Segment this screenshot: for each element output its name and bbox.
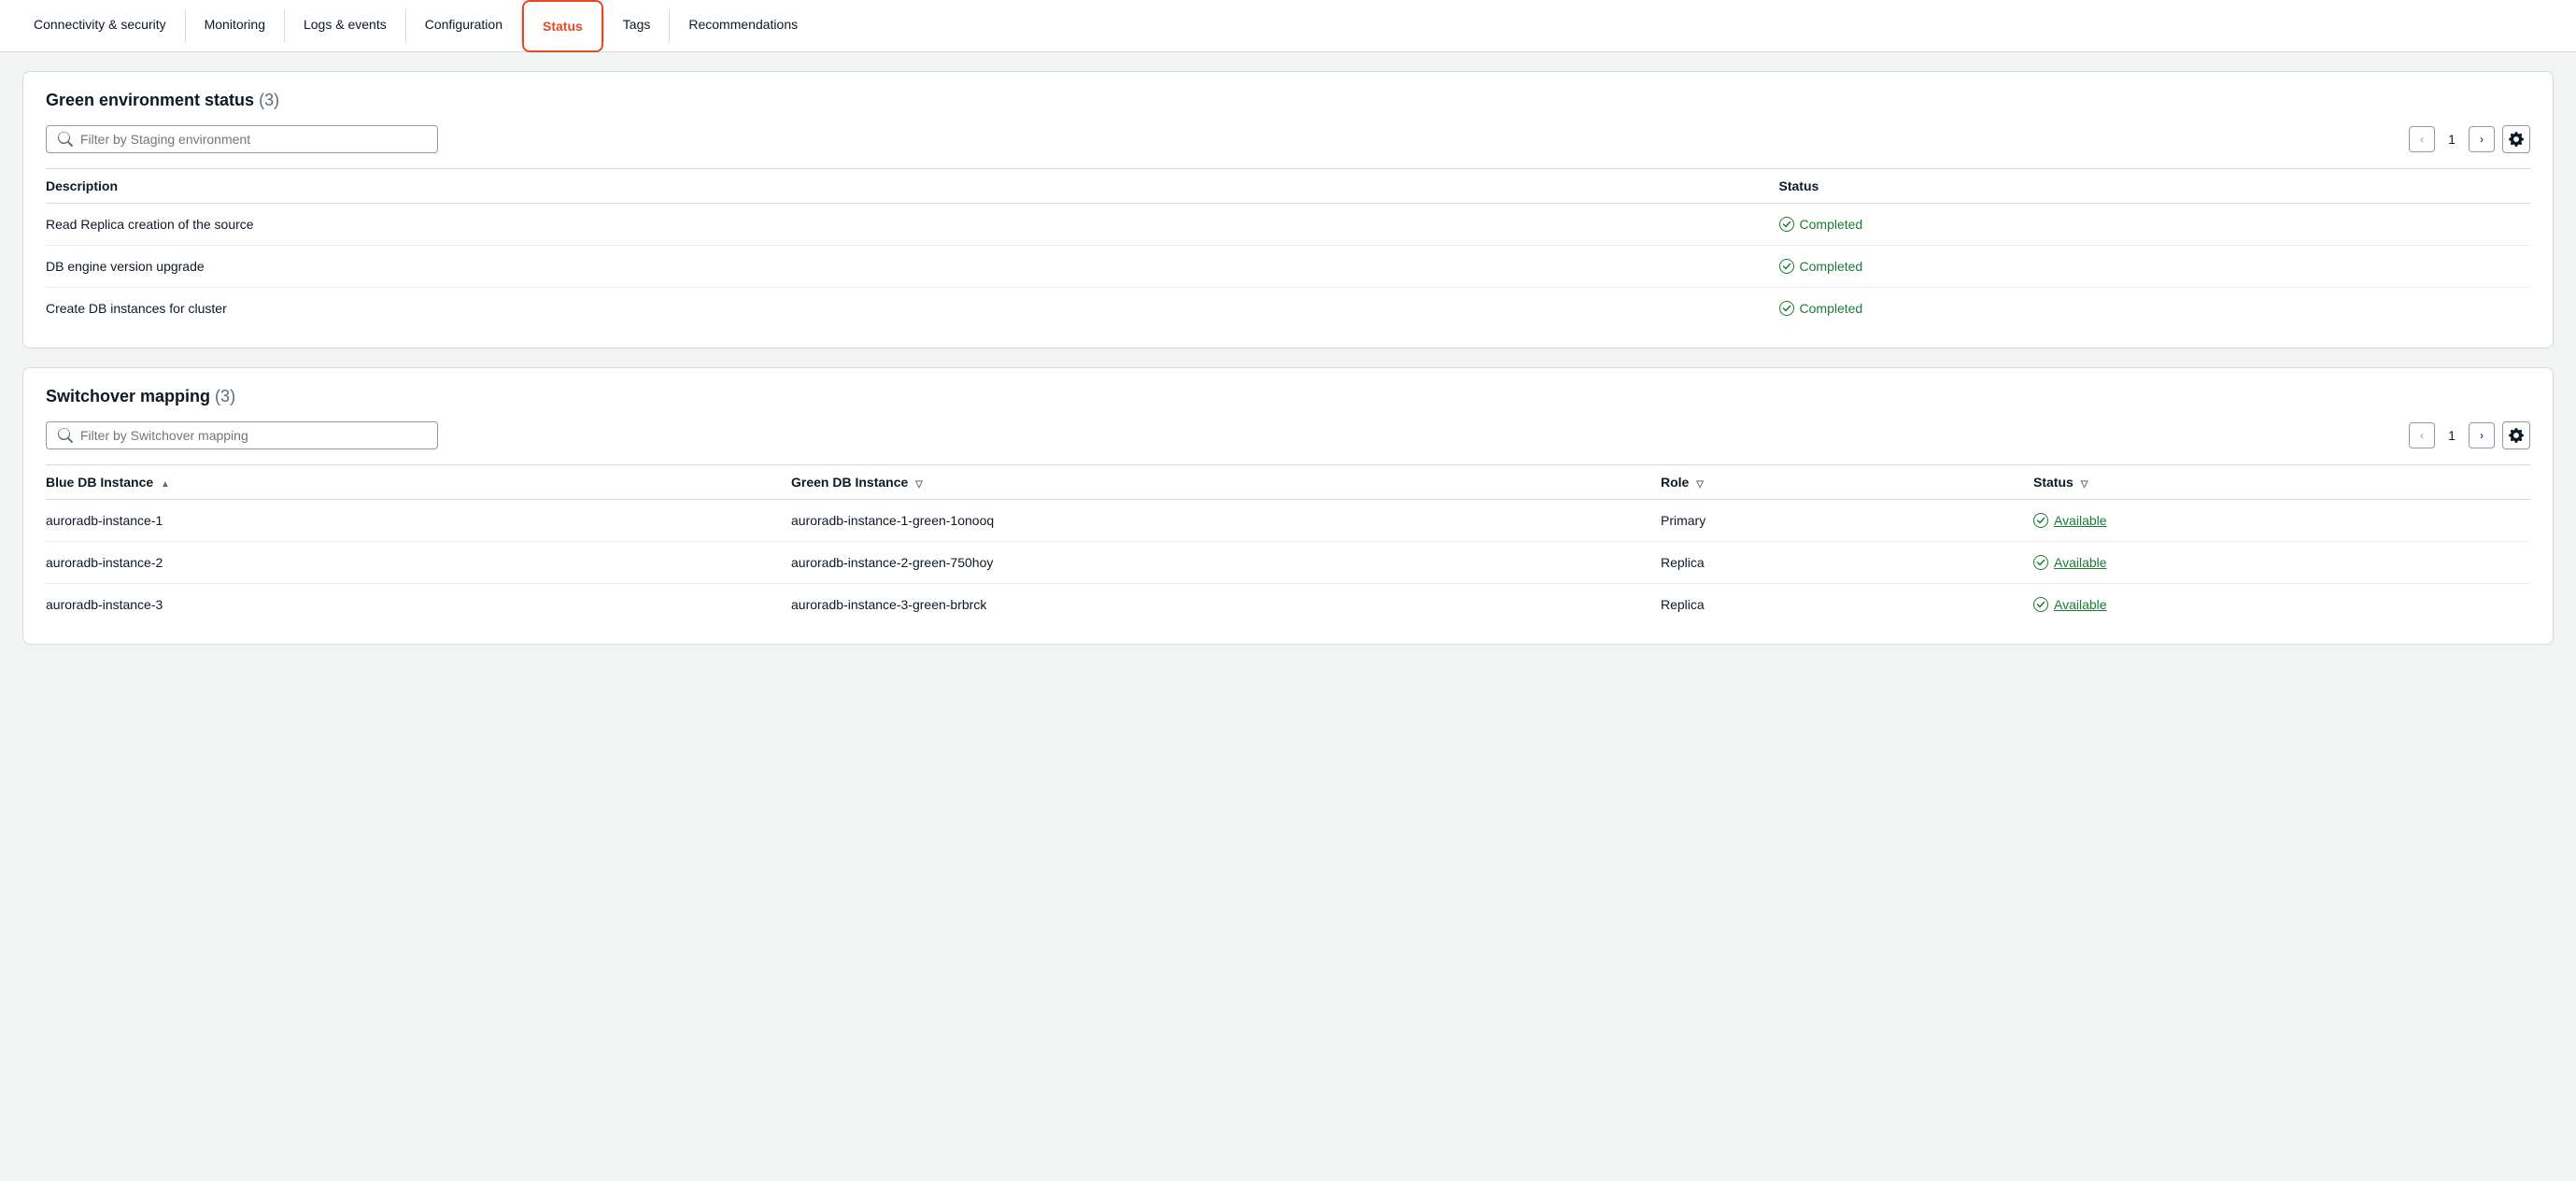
table-row: Create DB instances for cluster Complete… — [46, 288, 2530, 330]
tab-status[interactable]: Status — [522, 0, 603, 52]
table-row: Read Replica creation of the source Comp… — [46, 204, 2530, 246]
switchover-pagination: ‹ 1 › — [2409, 421, 2530, 449]
green-instance-cell: auroradb-instance-3-green-brbrck — [791, 584, 1661, 626]
blue-instance-cell: auroradb-instance-2 — [46, 542, 791, 584]
tab-monitoring[interactable]: Monitoring — [186, 0, 284, 51]
sort-none-icon: ▽ — [2081, 479, 2088, 490]
tab-configuration[interactable]: Configuration — [406, 0, 521, 51]
table-row: auroradb-instance-1 auroradb-instance-1-… — [46, 500, 2530, 542]
green-environment-search-box[interactable] — [46, 125, 438, 153]
search-icon — [58, 132, 73, 147]
sort-none-icon: ▽ — [915, 479, 923, 490]
description-cell: DB engine version upgrade — [46, 246, 1779, 288]
status-cell[interactable]: Available — [2033, 542, 2530, 584]
col-status-header: Status — [1779, 169, 2530, 204]
role-cell: Replica — [1661, 584, 2033, 626]
green-next-button[interactable]: › — [2469, 126, 2495, 152]
switchover-mapping-title: Switchover mapping (3) — [46, 387, 2530, 406]
table-row: auroradb-instance-2 auroradb-instance-2-… — [46, 542, 2530, 584]
switchover-mapping-count: (3) — [215, 387, 235, 406]
switchover-search-box[interactable] — [46, 421, 438, 449]
green-environment-count: (3) — [259, 91, 279, 109]
main-content: Green environment status (3) ‹ 1 › — [0, 52, 2576, 663]
role-cell: Replica — [1661, 542, 2033, 584]
status-text: Completed — [1800, 301, 1863, 316]
status-text[interactable]: Available — [2054, 513, 2107, 528]
status-cell: Completed — [1779, 246, 2530, 288]
green-environment-search-input[interactable] — [80, 132, 426, 147]
status-cell[interactable]: Available — [2033, 584, 2530, 626]
status-cell[interactable]: Available — [2033, 500, 2530, 542]
status-text: Completed — [1800, 217, 1863, 232]
blue-instance-cell: auroradb-instance-3 — [46, 584, 791, 626]
green-environment-panel: Green environment status (3) ‹ 1 › — [22, 71, 2554, 349]
col-blue-db-instance[interactable]: Blue DB Instance ▲ — [46, 465, 791, 500]
switchover-table: Blue DB Instance ▲ Green DB Instance ▽ R… — [46, 464, 2530, 625]
green-environment-title: Green environment status (3) — [46, 91, 2530, 110]
col-description: Description — [46, 169, 1779, 204]
tab-tags[interactable]: Tags — [604, 0, 670, 51]
green-instance-cell: auroradb-instance-1-green-1onooq — [791, 500, 1661, 542]
tab-logs[interactable]: Logs & events — [285, 0, 405, 51]
switchover-filter-row: ‹ 1 › — [46, 421, 2530, 449]
col-green-db-instance[interactable]: Green DB Instance ▽ — [791, 465, 1661, 500]
sort-none-icon: ▽ — [1696, 479, 1704, 490]
col-status[interactable]: Status ▽ — [2033, 465, 2530, 500]
tab-connectivity[interactable]: Connectivity & security — [15, 0, 185, 51]
status-text[interactable]: Available — [2054, 555, 2107, 570]
switchover-search-input[interactable] — [80, 428, 426, 443]
search-icon — [58, 428, 73, 443]
switchover-mapping-panel: Switchover mapping (3) ‹ 1 › — [22, 367, 2554, 645]
role-cell: Primary — [1661, 500, 2033, 542]
switchover-next-button[interactable]: › — [2469, 422, 2495, 448]
green-prev-button[interactable]: ‹ — [2409, 126, 2435, 152]
table-row: DB engine version upgrade Completed — [46, 246, 2530, 288]
switchover-page-number: 1 — [2442, 428, 2461, 443]
gear-icon — [2509, 132, 2524, 147]
col-role[interactable]: Role ▽ — [1661, 465, 2033, 500]
green-instance-cell: auroradb-instance-2-green-750hoy — [791, 542, 1661, 584]
sort-asc-icon: ▲ — [161, 479, 170, 490]
status-cell: Completed — [1779, 204, 2530, 246]
green-environment-table: Description Status Read Replica creation… — [46, 168, 2530, 329]
status-text: Completed — [1800, 259, 1863, 274]
green-settings-button[interactable] — [2502, 125, 2530, 153]
description-cell: Read Replica creation of the source — [46, 204, 1779, 246]
gear-icon — [2509, 428, 2524, 443]
status-cell: Completed — [1779, 288, 2530, 330]
switchover-prev-button[interactable]: ‹ — [2409, 422, 2435, 448]
description-cell: Create DB instances for cluster — [46, 288, 1779, 330]
tab-bar: Connectivity & security Monitoring Logs … — [0, 0, 2576, 52]
switchover-settings-button[interactable] — [2502, 421, 2530, 449]
blue-instance-cell: auroradb-instance-1 — [46, 500, 791, 542]
tab-recommendations[interactable]: Recommendations — [670, 0, 816, 51]
green-page-number: 1 — [2442, 132, 2461, 147]
status-text[interactable]: Available — [2054, 597, 2107, 612]
table-row: auroradb-instance-3 auroradb-instance-3-… — [46, 584, 2530, 626]
green-environment-filter-row: ‹ 1 › — [46, 125, 2530, 153]
green-environment-pagination: ‹ 1 › — [2409, 125, 2530, 153]
